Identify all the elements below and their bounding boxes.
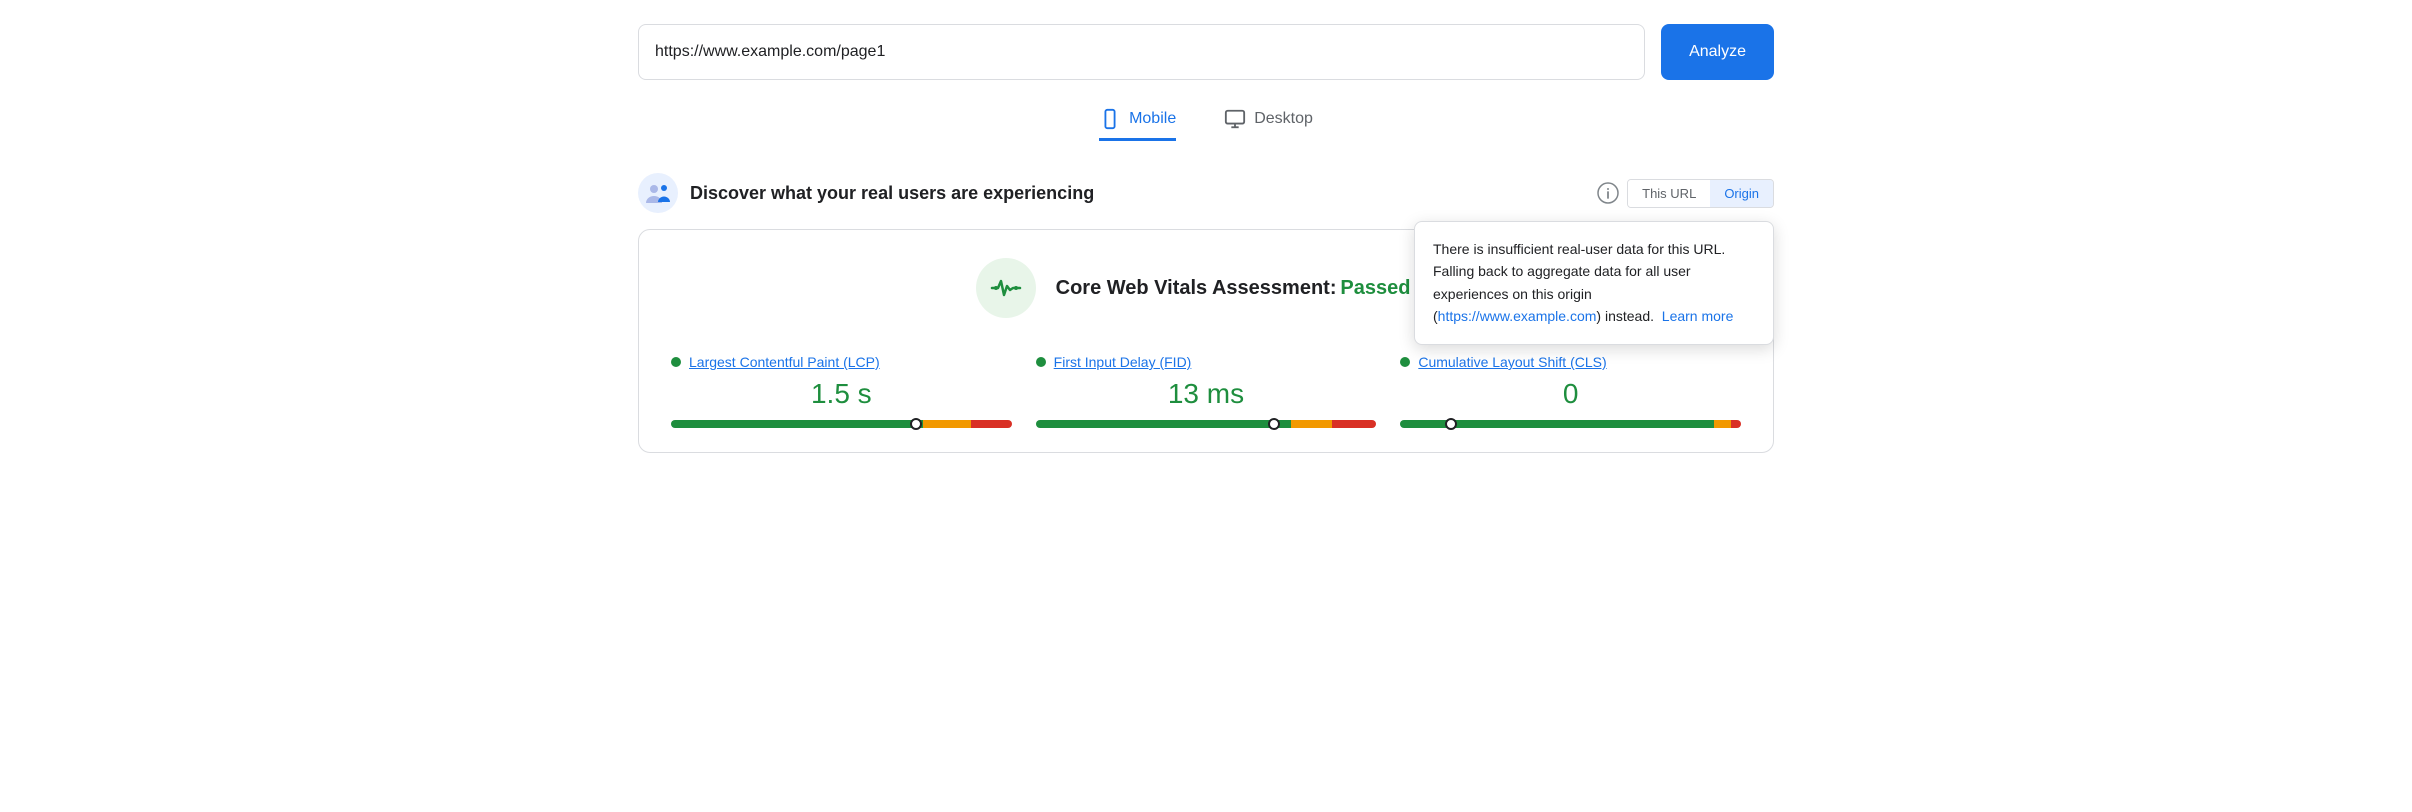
fid-value: 13 ms xyxy=(1036,378,1377,410)
cls-label[interactable]: Cumulative Layout Shift (CLS) xyxy=(1418,354,1606,370)
lcp-label[interactable]: Largest Contentful Paint (LCP) xyxy=(689,354,880,370)
tab-mobile-label: Mobile xyxy=(1129,110,1176,128)
metric-fid: First Input Delay (FID) 13 ms xyxy=(1036,354,1377,428)
cls-dot xyxy=(1400,357,1410,367)
toggle-btn-group: This URL Origin xyxy=(1627,179,1774,208)
fid-label-row: First Input Delay (FID) xyxy=(1036,354,1377,370)
fid-bar xyxy=(1036,420,1377,428)
lcp-value: 1.5 s xyxy=(671,378,1012,410)
fid-label[interactable]: First Input Delay (FID) xyxy=(1054,354,1192,370)
mobile-icon xyxy=(1099,108,1121,130)
core-vitals-status: Passed xyxy=(1340,277,1410,299)
lcp-label-row: Largest Contentful Paint (LCP) xyxy=(671,354,1012,370)
section-header: Discover what your real users are experi… xyxy=(638,173,1774,213)
tooltip-text-after: ) instead. xyxy=(1596,308,1654,324)
metric-cls: Cumulative Layout Shift (CLS) 0 xyxy=(1400,354,1741,428)
section-title: Discover what your real users are experi… xyxy=(690,183,1094,204)
analyze-button[interactable]: Analyze xyxy=(1661,24,1774,80)
core-vitals-title-wrap: Core Web Vitals Assessment: Passed ? xyxy=(1056,277,1437,300)
vitals-icon xyxy=(990,272,1022,304)
metrics-grid: Largest Contentful Paint (LCP) 1.5 s Fir… xyxy=(671,354,1741,428)
info-icon[interactable] xyxy=(1597,182,1619,204)
lcp-marker xyxy=(910,418,922,430)
url-bar-row: Analyze xyxy=(638,24,1774,80)
tab-mobile[interactable]: Mobile xyxy=(1099,108,1176,141)
lcp-bar xyxy=(671,420,1012,428)
tab-desktop[interactable]: Desktop xyxy=(1224,108,1313,141)
learn-more-link[interactable]: Learn more xyxy=(1662,308,1734,324)
url-origin-controls: This URL Origin There is insufficient re… xyxy=(1597,179,1774,208)
cls-label-row: Cumulative Layout Shift (CLS) xyxy=(1400,354,1741,370)
cls-bar xyxy=(1400,420,1741,428)
lcp-dot xyxy=(671,357,681,367)
origin-button[interactable]: Origin xyxy=(1710,180,1773,207)
tooltip-popup: There is insufficient real-user data for… xyxy=(1414,221,1774,345)
tab-desktop-label: Desktop xyxy=(1254,110,1313,128)
vitals-icon-wrap xyxy=(976,258,1036,318)
url-input[interactable] xyxy=(638,24,1645,80)
tooltip-link[interactable]: https://www.example.com xyxy=(1438,308,1597,324)
core-vitals-title: Core Web Vitals Assessment: xyxy=(1056,277,1337,299)
fid-marker xyxy=(1268,418,1280,430)
cls-marker xyxy=(1445,418,1457,430)
fid-dot xyxy=(1036,357,1046,367)
section-header-left: Discover what your real users are experi… xyxy=(638,173,1094,213)
this-url-button[interactable]: This URL xyxy=(1628,180,1710,207)
desktop-icon xyxy=(1224,108,1246,130)
cls-value: 0 xyxy=(1400,378,1741,410)
users-icon xyxy=(638,173,678,213)
tabs-row: Mobile Desktop xyxy=(638,108,1774,141)
metric-lcp: Largest Contentful Paint (LCP) 1.5 s xyxy=(671,354,1012,428)
